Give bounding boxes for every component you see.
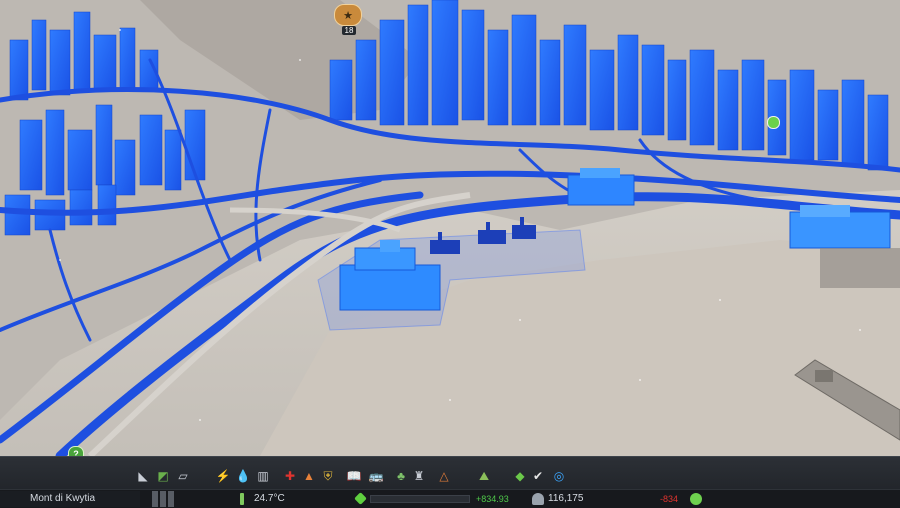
police-icon[interactable]: ⛨ <box>320 468 336 484</box>
happy-notification-icon[interactable] <box>767 116 780 129</box>
thermometer-icon <box>240 493 244 505</box>
roads-icon[interactable]: ◣ <box>135 468 151 484</box>
budget-bar <box>370 495 470 503</box>
population-icon <box>532 493 544 505</box>
garbage-icon[interactable]: ▥ <box>255 468 271 484</box>
help-question-icon[interactable]: ? <box>68 446 84 456</box>
happiness-icon[interactable] <box>690 493 702 505</box>
pause-button[interactable] <box>152 491 158 507</box>
expenses: -834 <box>660 494 679 504</box>
city-map[interactable] <box>0 0 900 456</box>
wonders-icon[interactable]: △ <box>436 468 452 484</box>
policies-icon[interactable]: ✔ <box>530 468 546 484</box>
city-name[interactable]: Mont di Kwytia <box>0 491 140 507</box>
population[interactable]: 116,175 <box>548 491 583 507</box>
beautification-icon[interactable]: ♣ <box>393 468 409 484</box>
speed-button-1[interactable] <box>160 491 166 507</box>
zoning-icon[interactable]: ◩ <box>155 468 171 484</box>
status-bar: Mont di Kwytia 24.7°C +834.93 116,175 -8… <box>0 489 900 508</box>
healthcare-icon[interactable]: ✚ <box>282 468 298 484</box>
milestone-icon[interactable]: ★ <box>334 4 362 26</box>
transport-icon[interactable]: 🚌 <box>368 468 384 484</box>
speed-button-2[interactable] <box>168 491 174 507</box>
money-icon <box>354 492 367 505</box>
fire-icon[interactable]: ▲ <box>301 468 317 484</box>
money-icon[interactable]: ◆ <box>512 468 528 484</box>
info-views-icon[interactable]: ◎ <box>551 468 567 484</box>
income: +834.93 <box>476 494 509 504</box>
education-icon[interactable]: 📖 <box>346 468 362 484</box>
monuments-icon[interactable]: ♜ <box>411 468 427 484</box>
tool-icon-row: ◣ ◩ ▱ ⚡ 💧 ▥ ✚ ▲ ⛨ 📖 🚌 ♣ ♜ △ ⛰ ◆ ✔ ◎ <box>0 461 900 487</box>
districts-icon[interactable]: ▱ <box>175 468 191 484</box>
bottom-toolbar: ◣ ◩ ▱ ⚡ 💧 ▥ ✚ ▲ ⛨ 📖 🚌 ♣ ♜ △ ⛰ ◆ ✔ ◎ Mont di Kwytia 24.7°C… <box>0 456 900 508</box>
electricity-icon[interactable]: ⚡ <box>215 468 231 484</box>
landscaping-icon[interactable]: ⛰ <box>476 468 492 484</box>
milestone-badge: 18 <box>342 26 356 35</box>
game-viewport[interactable]: ★ 18 ? <box>0 0 900 456</box>
temperature: 24.7°C <box>254 493 285 504</box>
water-icon[interactable]: 💧 <box>235 468 251 484</box>
